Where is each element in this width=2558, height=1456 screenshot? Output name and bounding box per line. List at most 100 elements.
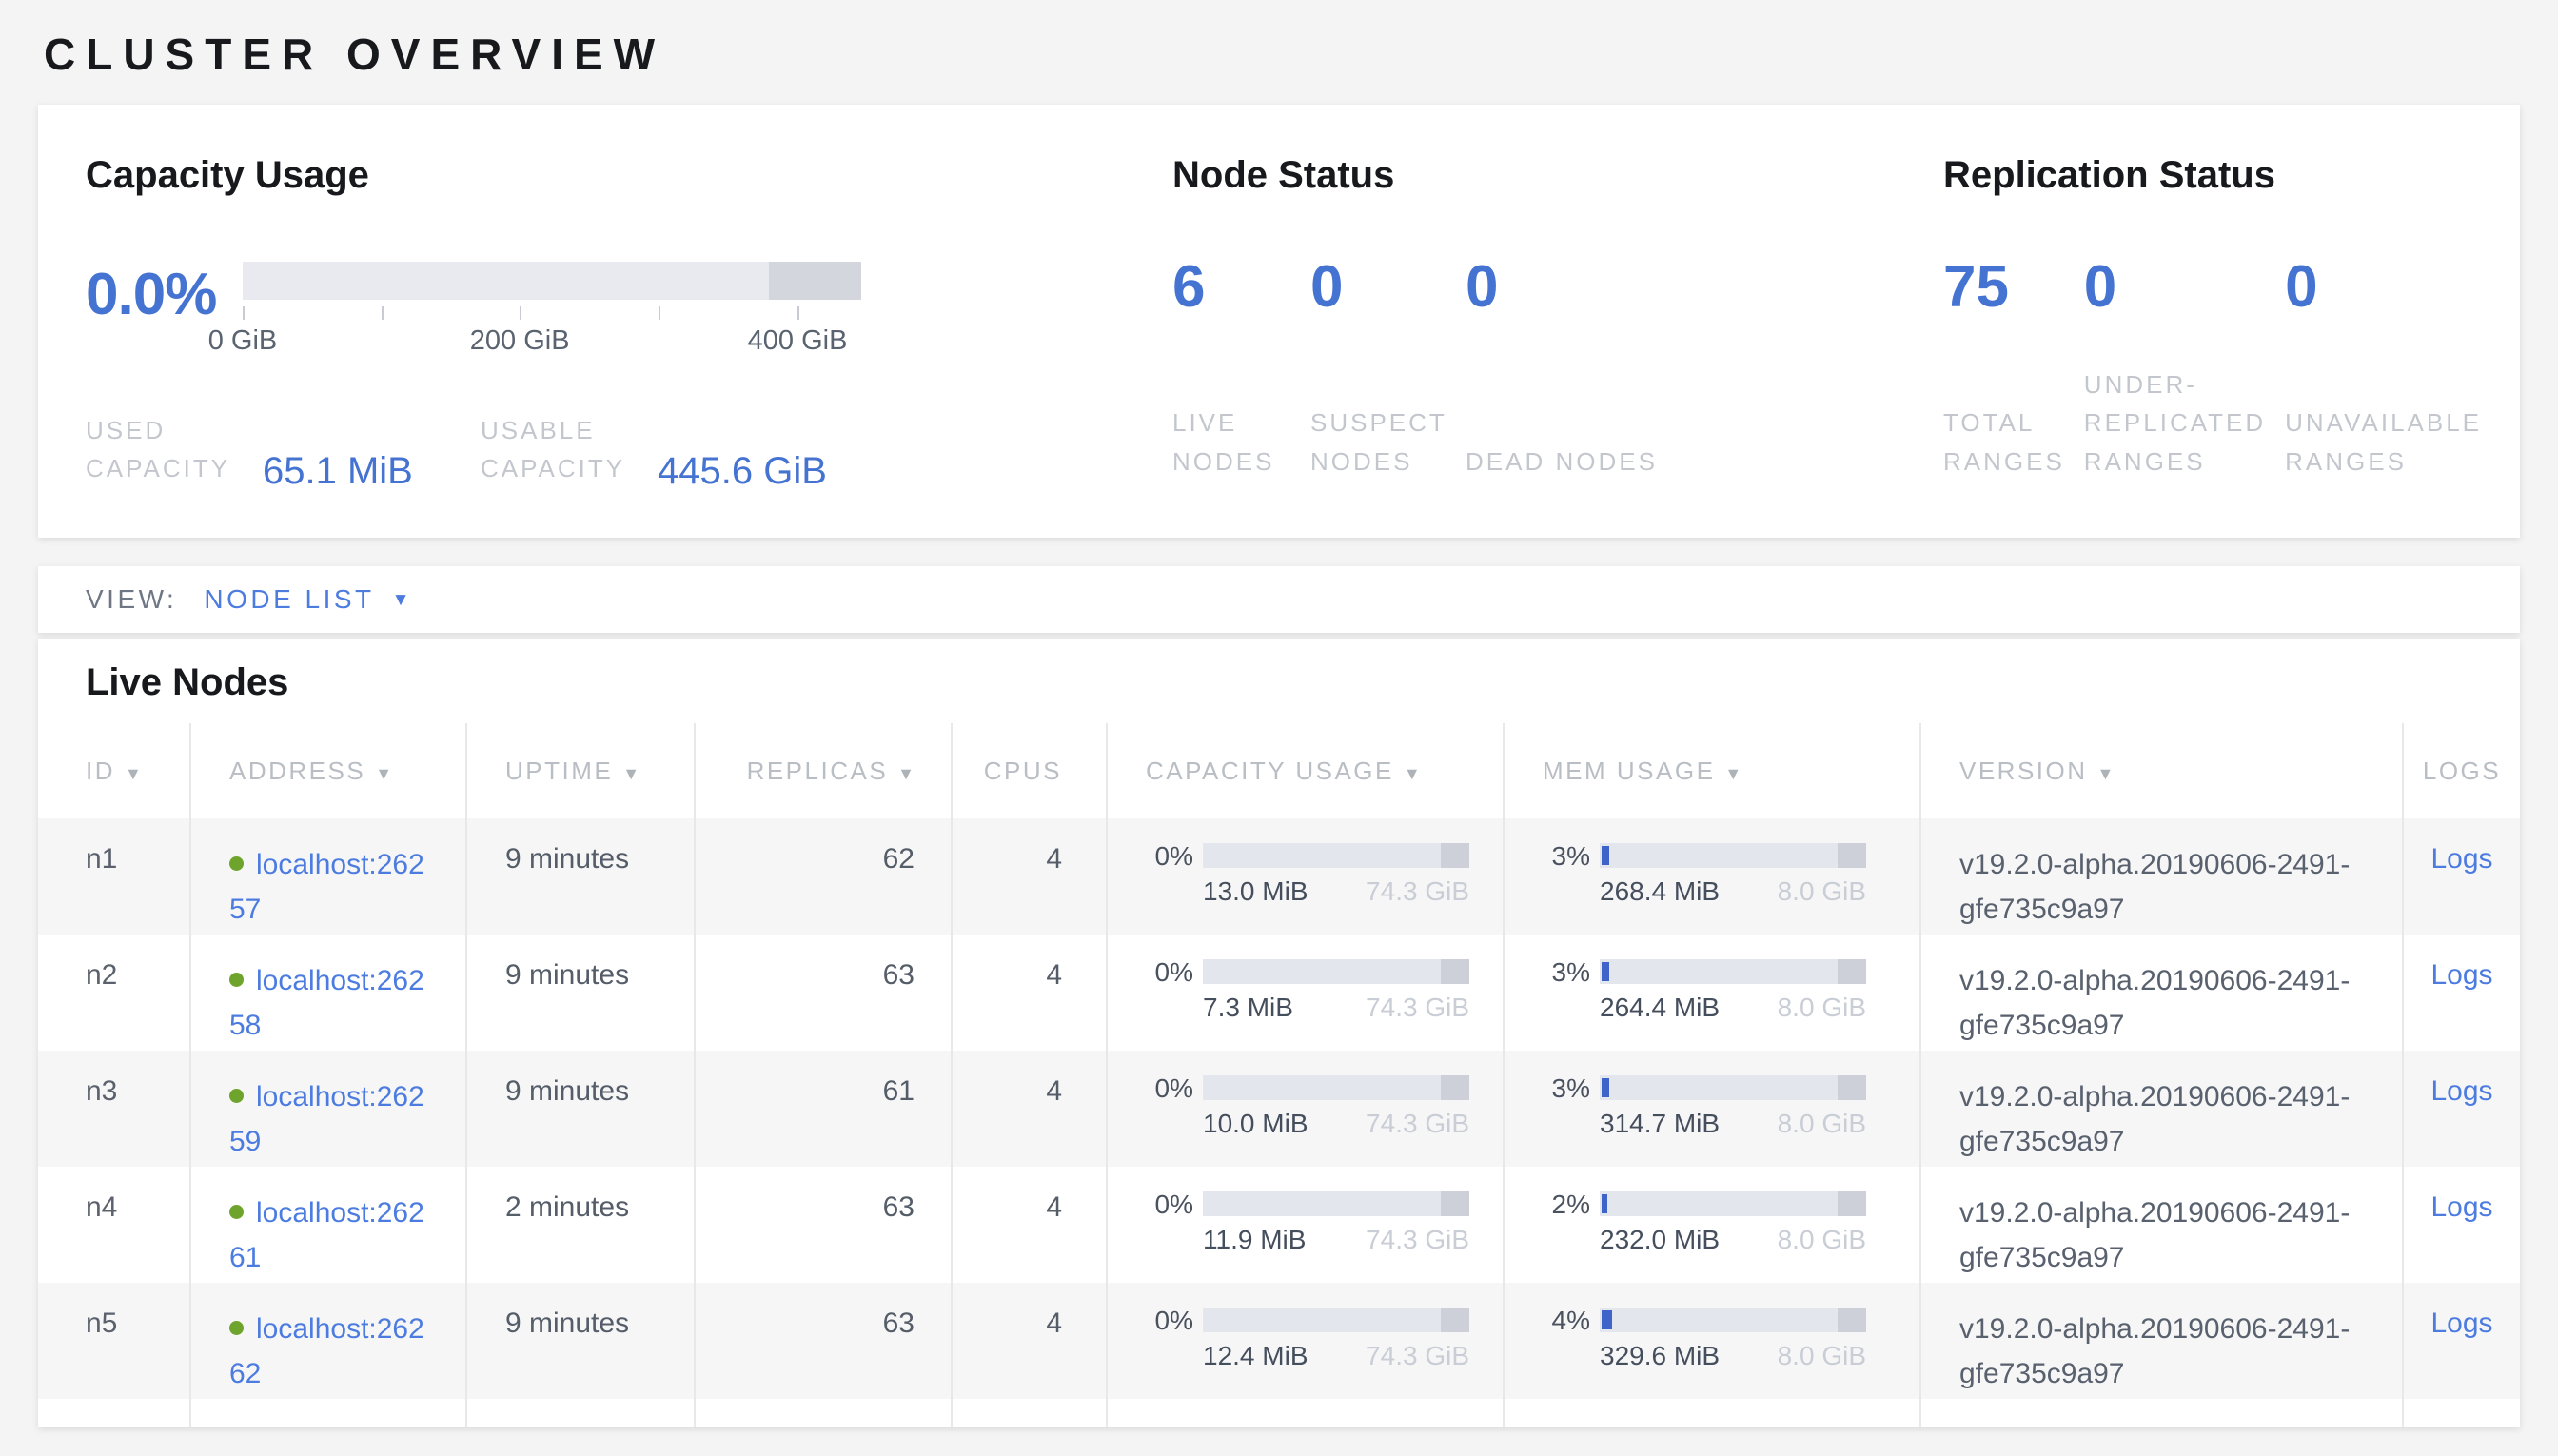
node-version-cell: v19.2.0-alpha.20190606-2491-gfe735c9a97 bbox=[1920, 1283, 2403, 1399]
usable-capacity-label: USABLE CAPACITY bbox=[481, 411, 642, 488]
node-mem-usage-cell: 2% 232.0 MiB 8.0 GiB bbox=[1504, 1167, 1920, 1283]
node-row: n3 localhost:26259 9 minutes 61 4 0% 10.… bbox=[38, 1051, 2520, 1167]
mem-percent-label: 3% bbox=[1543, 959, 1590, 1023]
mem-total-value: 8.0 GiB bbox=[1778, 1341, 1866, 1371]
node-logs-cell: Logs bbox=[2403, 1051, 2520, 1167]
mem-usage-meter: 3% 314.7 MiB 8.0 GiB bbox=[1543, 1075, 1919, 1139]
used-capacity-label: USED CAPACITY bbox=[86, 411, 247, 488]
column-header-mem-usage[interactable]: MEM USAGE▼ bbox=[1504, 723, 1920, 818]
node-mem-usage-cell: 3% 264.4 MiB 8.0 GiB bbox=[1504, 935, 1920, 1051]
gauge-tick-label: 400 GiB bbox=[748, 325, 848, 357]
cluster-summary-card: Capacity Usage 0.0% 0 GiB 200 GiB bbox=[38, 105, 2520, 538]
node-row-partial bbox=[38, 1399, 2520, 1427]
capacity-usage-bar bbox=[1203, 959, 1469, 984]
node-address-link[interactable]: localhost:26259 bbox=[229, 1075, 434, 1164]
node-capacity-usage-cell: 0% 7.3 MiB 74.3 GiB bbox=[1107, 935, 1504, 1051]
table-header-row: ID▼ ADDRESS▼ UPTIME▼ REPLICAS▼ CPUS CAPA… bbox=[38, 723, 2520, 818]
node-replicas-cell: 63 bbox=[695, 1283, 952, 1399]
capacity-usage-meter: 0% 11.9 MiB 74.3 GiB bbox=[1146, 1191, 1503, 1255]
node-capacity-usage-cell: 0% 11.9 MiB 74.3 GiB bbox=[1107, 1167, 1504, 1283]
capacity-used-value: 7.3 MiB bbox=[1203, 993, 1293, 1023]
capacity-used-value: 10.0 MiB bbox=[1203, 1109, 1309, 1139]
node-mem-usage-cell: 4% 329.6 MiB 8.0 GiB bbox=[1504, 1283, 1920, 1399]
sort-arrow-icon: ▼ bbox=[1404, 764, 1421, 783]
logs-link[interactable]: Logs bbox=[2430, 1075, 2492, 1107]
under-replicated-ranges-label: UNDER-REPLICATED RANGES bbox=[2084, 365, 2285, 481]
node-id-cell: n1 bbox=[38, 818, 190, 935]
node-address-link[interactable]: localhost:26261 bbox=[229, 1191, 434, 1280]
column-header-version[interactable]: VERSION▼ bbox=[1920, 723, 2403, 818]
node-uptime-cell: 9 minutes bbox=[466, 1283, 695, 1399]
node-capacity-usage-cell: 0% 13.0 MiB 74.3 GiB bbox=[1107, 818, 1504, 935]
usable-capacity-stat: USABLE CAPACITY 445.6 GiB bbox=[481, 411, 827, 488]
mem-usage-bar bbox=[1600, 1075, 1866, 1100]
node-logs-cell: Logs bbox=[2403, 1167, 2520, 1283]
page-title: CLUSTER OVERVIEW bbox=[44, 29, 2558, 80]
node-row: n1 localhost:26257 9 minutes 62 4 0% 13.… bbox=[38, 818, 2520, 935]
column-header-replicas[interactable]: REPLICAS▼ bbox=[695, 723, 952, 818]
capacity-used-value: 11.9 MiB bbox=[1203, 1225, 1306, 1255]
capacity-usage-bar bbox=[1203, 1075, 1469, 1100]
sort-arrow-icon: ▼ bbox=[375, 764, 392, 783]
capacity-total-value: 74.3 GiB bbox=[1366, 876, 1469, 907]
mem-percent-label: 3% bbox=[1543, 1075, 1590, 1139]
suspect-nodes-count: 0 bbox=[1310, 254, 1466, 321]
logs-link[interactable]: Logs bbox=[2430, 1191, 2492, 1223]
capacity-percent-label: 0% bbox=[1146, 1075, 1193, 1139]
node-address-cell: localhost:26259 bbox=[190, 1051, 466, 1167]
live-nodes-table: ID▼ ADDRESS▼ UPTIME▼ REPLICAS▼ CPUS CAPA… bbox=[38, 723, 2520, 1427]
capacity-usage-bar bbox=[1203, 1308, 1469, 1332]
node-cpus-cell: 4 bbox=[952, 935, 1107, 1051]
suspect-nodes-stat: 0 SUSPECT NODES bbox=[1310, 254, 1466, 481]
mem-usage-bar bbox=[1600, 843, 1866, 868]
node-cpus-cell: 4 bbox=[952, 1283, 1107, 1399]
live-nodes-count: 6 bbox=[1172, 254, 1310, 321]
node-logs-cell: Logs bbox=[2403, 818, 2520, 935]
under-replicated-ranges-stat: 0 UNDER-REPLICATED RANGES bbox=[2084, 254, 2285, 481]
mem-total-value: 8.0 GiB bbox=[1778, 1109, 1866, 1139]
node-row: n2 localhost:26258 9 minutes 63 4 0% 7.3… bbox=[38, 935, 2520, 1051]
capacity-total-value: 74.3 GiB bbox=[1366, 1225, 1469, 1255]
used-capacity-stat: USED CAPACITY 65.1 MiB bbox=[86, 411, 481, 488]
column-header-id[interactable]: ID▼ bbox=[38, 723, 190, 818]
node-status-title: Node Status bbox=[1172, 154, 1943, 197]
node-version-cell: v19.2.0-alpha.20190606-2491-gfe735c9a97 bbox=[1920, 1051, 2403, 1167]
node-address-link[interactable]: localhost:26258 bbox=[229, 959, 434, 1048]
mem-used-value: 264.4 MiB bbox=[1600, 993, 1720, 1023]
mem-usage-meter: 3% 268.4 MiB 8.0 GiB bbox=[1543, 843, 1919, 907]
node-replicas-cell: 63 bbox=[695, 935, 952, 1051]
column-header-address[interactable]: ADDRESS▼ bbox=[190, 723, 466, 818]
mem-usage-meter: 2% 232.0 MiB 8.0 GiB bbox=[1543, 1191, 1919, 1255]
total-ranges-stat: 75 TOTAL RANGES bbox=[1943, 254, 2084, 481]
column-header-uptime[interactable]: UPTIME▼ bbox=[466, 723, 695, 818]
capacity-used-value: 12.4 MiB bbox=[1203, 1341, 1309, 1371]
logs-link[interactable]: Logs bbox=[2430, 843, 2492, 875]
logs-link[interactable]: Logs bbox=[2430, 1308, 2492, 1339]
suspect-nodes-label: SUSPECT NODES bbox=[1310, 403, 1466, 481]
under-replicated-ranges-count: 0 bbox=[2084, 254, 2285, 321]
capacity-usage-bar bbox=[1203, 1191, 1469, 1216]
node-mem-usage-cell: 3% 314.7 MiB 8.0 GiB bbox=[1504, 1051, 1920, 1167]
sort-arrow-icon: ▼ bbox=[125, 764, 142, 783]
capacity-percent-label: 0% bbox=[1146, 843, 1193, 907]
capacity-usage-title: Capacity Usage bbox=[86, 154, 1172, 197]
live-nodes-tbody: n1 localhost:26257 9 minutes 62 4 0% 13.… bbox=[38, 818, 2520, 1427]
capacity-usage-section: Capacity Usage 0.0% 0 GiB 200 GiB bbox=[86, 154, 1172, 488]
logs-link[interactable]: Logs bbox=[2430, 959, 2492, 991]
dead-nodes-count: 0 bbox=[1466, 254, 1677, 321]
view-dropdown-value[interactable]: NODE LIST bbox=[204, 584, 374, 615]
node-uptime-cell: 2 minutes bbox=[466, 1167, 695, 1283]
capacity-total-value: 74.3 GiB bbox=[1366, 1109, 1469, 1139]
node-address-link[interactable]: localhost:26257 bbox=[229, 843, 434, 932]
mem-used-value: 314.7 MiB bbox=[1600, 1109, 1720, 1139]
view-dropdown[interactable]: NODE LIST ▼ bbox=[204, 584, 409, 615]
mem-total-value: 8.0 GiB bbox=[1778, 876, 1866, 907]
column-header-capacity-usage[interactable]: CAPACITY USAGE▼ bbox=[1107, 723, 1504, 818]
sort-arrow-icon: ▼ bbox=[2097, 764, 2115, 783]
node-version-cell: v19.2.0-alpha.20190606-2491-gfe735c9a97 bbox=[1920, 818, 2403, 935]
live-status-dot-icon bbox=[229, 1089, 244, 1103]
node-address-link[interactable]: localhost:26262 bbox=[229, 1308, 434, 1396]
gauge-tick-label: 200 GiB bbox=[470, 325, 570, 357]
column-header-logs: LOGS bbox=[2403, 723, 2520, 818]
live-status-dot-icon bbox=[229, 856, 244, 871]
